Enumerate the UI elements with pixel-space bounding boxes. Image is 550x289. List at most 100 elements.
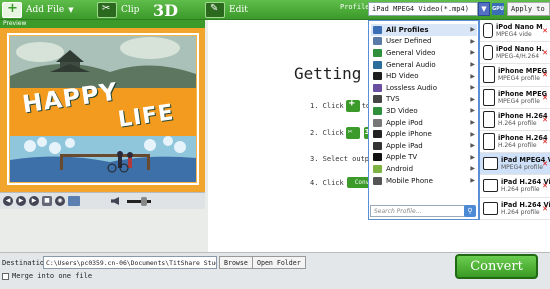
add-file-button[interactable]: Add File ▼ — [2, 0, 74, 20]
profile-label: Profile — [340, 3, 370, 11]
profile-item[interactable]: iPad H.264 Vi H.264 profile ✕ — [480, 198, 550, 220]
ipad-icon — [373, 141, 382, 150]
category-item[interactable]: Apple TV ▶ — [371, 152, 477, 164]
category-item[interactable]: Apple iPad ▶ — [371, 140, 477, 152]
category-item[interactable]: Apple iPod ▶ — [371, 117, 477, 129]
remove-profile-icon[interactable]: ✕ — [542, 116, 548, 124]
all-profiles-icon — [373, 25, 382, 34]
stop-icon[interactable]: ■ — [42, 196, 52, 206]
remove-profile-icon[interactable]: ✕ — [542, 94, 548, 102]
volume-slider-handle[interactable] — [141, 196, 147, 206]
profile-item-text: iPod Nano M MPEG4 vide — [496, 23, 543, 38]
rewind-icon[interactable]: ◀ — [3, 196, 13, 206]
profile-item-desc: MPEG4 vide — [496, 31, 532, 39]
apple-tv-icon — [373, 153, 382, 162]
profile-item-name: iPod Nano H. — [496, 45, 545, 54]
gpu-acceleration-icon[interactable]: GPU — [492, 3, 504, 15]
3d-icon — [373, 106, 382, 115]
profile-item-desc: H.264 profile — [498, 142, 537, 150]
convert-button[interactable]: Convert — [455, 254, 538, 279]
ipod-icon — [373, 118, 382, 127]
preview-video[interactable]: HAPPY LIFE — [0, 28, 205, 192]
profile-item-desc: H.264 profile — [498, 119, 537, 127]
chevron-right-icon: ▶ — [470, 107, 475, 115]
chevron-right-icon: ▶ — [470, 37, 475, 45]
profile-search-input[interactable]: Search Profile... — [370, 205, 465, 217]
profile-dropdown-arrow-icon[interactable]: ▼ — [478, 2, 490, 16]
profile-item[interactable]: iPhone H.264 H.264 profile ✕ — [480, 131, 550, 154]
volume-slider[interactable] — [127, 196, 151, 206]
remove-profile-icon[interactable]: ✕ — [542, 205, 548, 213]
phone-icon — [373, 176, 382, 185]
chevron-right-icon: ▶ — [470, 49, 475, 57]
category-item[interactable]: All Profiles ▶ — [371, 24, 477, 36]
scissors-icon[interactable] — [345, 127, 360, 139]
chevron-right-icon: ▶ — [470, 95, 475, 103]
remove-profile-icon[interactable]: ✕ — [542, 138, 548, 146]
profile-item[interactable]: iPhone MPEG MPEG4 profile ✕ — [480, 87, 550, 109]
clip-button[interactable]: Clip — [97, 0, 139, 20]
add-file-icon — [2, 1, 22, 18]
category-label: General Audio — [386, 60, 436, 69]
remove-profile-icon[interactable]: ✕ — [542, 160, 548, 168]
category-label: Mobile Phone — [386, 176, 433, 185]
open-folder-button[interactable]: Open Folder — [252, 256, 306, 269]
volume-icon[interactable] — [111, 197, 119, 205]
chevron-right-icon: ▶ — [470, 153, 475, 161]
ipod-nano-icon — [483, 23, 493, 39]
chevron-down-icon[interactable]: ▼ — [68, 6, 73, 14]
step-4-prefix: 4. Click — [310, 178, 344, 187]
play-icon[interactable]: ▶ — [16, 196, 26, 206]
audio-icon — [373, 60, 382, 69]
category-label: Apple iPod — [386, 118, 423, 127]
ipad-icon — [483, 157, 498, 171]
profile-item[interactable]: iPhone MPEG MPEG4 profile ✕ — [480, 64, 550, 87]
remove-profile-icon[interactable]: ✕ — [542, 182, 548, 190]
3d-button[interactable]: 3D — [153, 0, 182, 20]
remove-profile-icon[interactable]: ✕ — [542, 71, 548, 79]
clip-label: Clip — [121, 5, 140, 15]
browse-button[interactable]: Browse — [219, 256, 253, 269]
search-icon[interactable]: ⚲ — [464, 205, 476, 217]
destination-input[interactable]: C:\Users\pc0359.cn-06\Documents\TitShare… — [43, 256, 217, 269]
category-label: All Profiles — [386, 25, 429, 34]
profile-select[interactable]: iPad MPEG4 Video(*.mp4) — [368, 2, 478, 16]
profile-item[interactable]: iPod Nano H. MPEG-4/H.264 ✕ — [480, 42, 550, 65]
merge-checkbox[interactable] — [2, 273, 9, 280]
profile-item-text: iPhone MPEG MPEG4 profile — [498, 90, 547, 105]
profile-item[interactable]: iPad MPEG4 V MPEG4 profile ✕ — [480, 153, 550, 176]
merge-label: Merge into one file — [12, 272, 93, 280]
android-icon — [373, 164, 382, 173]
ipod-nano-icon — [483, 45, 493, 61]
category-item[interactable]: Lossless Audio ▶ — [371, 82, 477, 94]
preview-header: Preview — [0, 20, 205, 28]
profile-item-name: iPod Nano M — [496, 23, 543, 32]
category-item[interactable]: 3D Video ▶ — [371, 105, 477, 117]
player-controls: ◀ ▶ ▶ ■ ◉ — [0, 192, 205, 209]
profile-item[interactable]: iPad H.264 Vi H.264 profile ✕ — [480, 175, 550, 198]
category-item[interactable]: General Audio ▶ — [371, 59, 477, 71]
forward-icon[interactable]: ▶ — [29, 196, 39, 206]
folder-icon[interactable] — [68, 196, 80, 206]
category-item[interactable]: HD Video ▶ — [371, 70, 477, 82]
apply-to-all-button[interactable]: Apply to All — [507, 2, 550, 16]
profile-item[interactable]: iPhone H.264 H.264 profile ✕ — [480, 109, 550, 131]
edit-button[interactable]: Edit — [205, 0, 248, 20]
remove-profile-icon[interactable]: ✕ — [542, 49, 548, 57]
category-item[interactable]: User Defined ▶ — [371, 36, 477, 48]
category-item[interactable]: General Video ▶ — [371, 47, 477, 59]
profile-item-name: iPhone MPEG — [498, 67, 548, 76]
category-item[interactable]: Android ▶ — [371, 163, 477, 175]
profile-item[interactable]: iPod Nano M MPEG4 vide ✕ — [480, 20, 550, 43]
iphone-icon — [483, 133, 495, 151]
camera-icon[interactable]: ◉ — [55, 196, 65, 206]
profile-item-text: iPhone H.264 H.264 profile — [498, 112, 548, 127]
add-file-icon[interactable] — [345, 98, 360, 112]
category-item[interactable]: Mobile Phone ▶ — [371, 175, 477, 187]
category-item[interactable]: TVS ▶ — [371, 94, 477, 106]
ipad-icon — [483, 201, 498, 215]
remove-profile-icon[interactable]: ✕ — [542, 27, 548, 35]
3d-label: 3D — [153, 0, 179, 20]
category-item[interactable]: Apple iPhone ▶ — [371, 128, 477, 140]
chevron-right-icon: ▶ — [470, 119, 475, 127]
